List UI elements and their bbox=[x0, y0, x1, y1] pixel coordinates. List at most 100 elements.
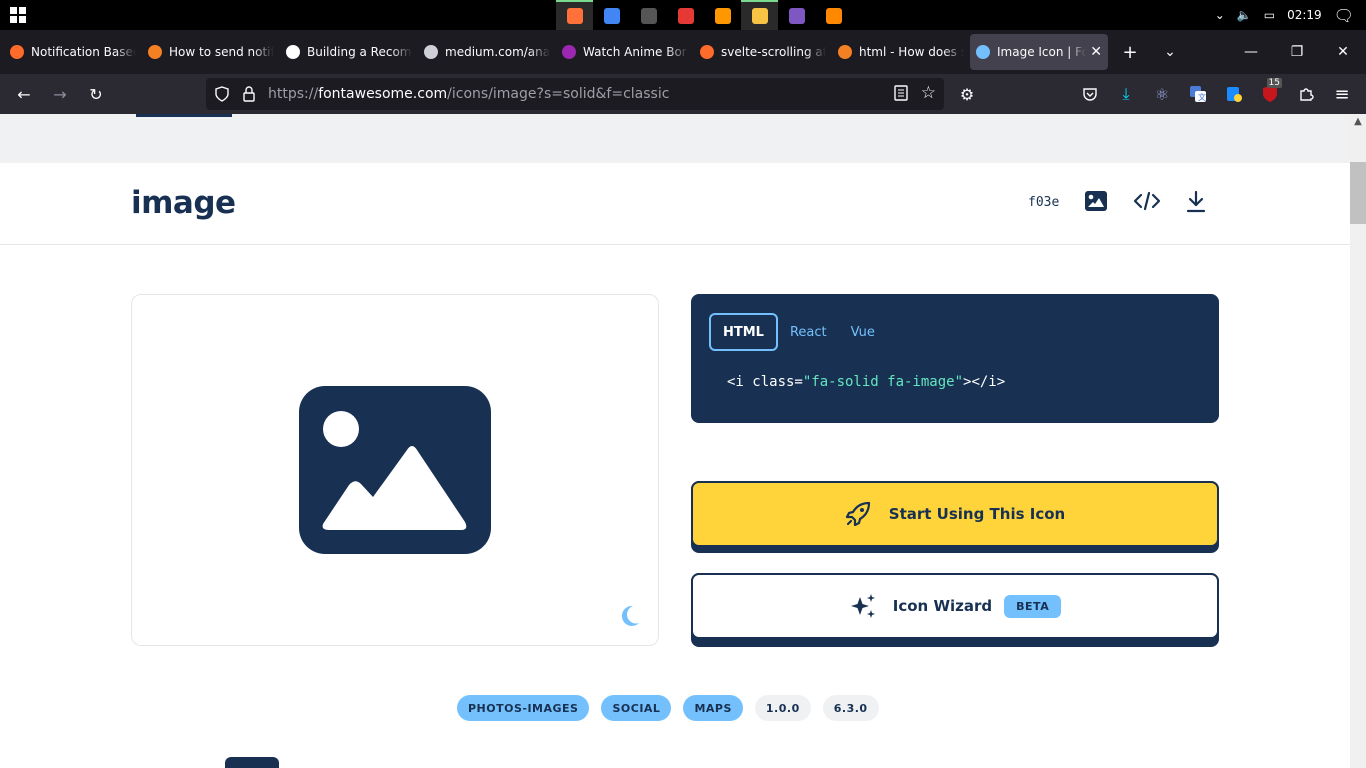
pocket-icon[interactable] bbox=[1072, 78, 1108, 110]
browser-tab[interactable]: medium.com/ana bbox=[418, 34, 556, 70]
windows-taskbar: ⌄ 🔈 ▭ 02:19 🗨 bbox=[0, 0, 1366, 30]
tag-social[interactable]: SOCIAL bbox=[601, 695, 672, 721]
browser-nav-bar: ← → ↻ https://fontawesome.com/icons/imag… bbox=[0, 74, 1366, 114]
browser-tab[interactable]: Building a Recom bbox=[280, 34, 418, 70]
window-controls: — ❐ ✕ bbox=[1228, 30, 1366, 74]
browser-tab[interactable]: Image Icon | Fo ✕ bbox=[970, 34, 1108, 70]
browser-tab[interactable]: How to send notif bbox=[142, 34, 280, 70]
network-icon[interactable]: ▭ bbox=[1264, 8, 1275, 22]
taskbar-app-explorer[interactable] bbox=[741, 0, 778, 30]
lock-icon[interactable] bbox=[242, 85, 256, 107]
system-tray: ⌄ 🔈 ▭ 02:19 🗨 bbox=[1215, 0, 1366, 30]
scroll-up-arrow-icon[interactable]: ▲ bbox=[1350, 116, 1366, 127]
taskbar-app-vlc[interactable] bbox=[815, 0, 852, 30]
react-devtools-icon[interactable]: ⚛ bbox=[1144, 78, 1180, 110]
url-bar[interactable]: https://fontawesome.com/icons/image?s=so… bbox=[206, 78, 944, 110]
tab-title: medium.com/ana bbox=[445, 45, 550, 59]
browser-tab[interactable]: Watch Anime Bor bbox=[556, 34, 694, 70]
copy-svg-code-icon[interactable] bbox=[1133, 191, 1161, 215]
notifications-icon[interactable]: 🗨 bbox=[1334, 6, 1354, 25]
chrome-icon bbox=[603, 8, 620, 24]
forward-button[interactable]: → bbox=[42, 78, 78, 110]
bottom-section-marker bbox=[225, 757, 279, 768]
unicode-copy-button[interactable]: f03e bbox=[1028, 195, 1059, 210]
icon-wizard-button[interactable]: Icon Wizard BETA bbox=[691, 573, 1219, 647]
tab-favicon-icon bbox=[700, 45, 714, 59]
rocket-icon bbox=[845, 501, 871, 527]
copy-glyph-image-icon[interactable] bbox=[1085, 191, 1109, 215]
tab-title: How to send notif bbox=[169, 45, 274, 59]
firefox-icon bbox=[566, 8, 583, 24]
extensions-puzzle-icon[interactable] bbox=[1288, 78, 1324, 110]
taskbar-app-terminal[interactable] bbox=[630, 0, 667, 30]
taskbar-app-sublime[interactable] bbox=[704, 0, 741, 30]
tab-title: Image Icon | Fo bbox=[997, 45, 1087, 59]
active-nav-underline bbox=[136, 114, 232, 117]
browser-tab[interactable]: svelte-scrolling at bbox=[694, 34, 832, 70]
tag-maps[interactable]: MAPS bbox=[683, 695, 743, 721]
sublime-icon bbox=[714, 8, 731, 24]
list-all-tabs-button[interactable]: ⌄ bbox=[1150, 44, 1190, 60]
start-using-button[interactable]: Start Using This Icon bbox=[691, 481, 1219, 553]
taskbar-app-app-purple[interactable] bbox=[778, 0, 815, 30]
tab-title: Notification Based bbox=[31, 45, 136, 59]
sparkles-icon bbox=[849, 593, 877, 619]
tab-favicon-icon bbox=[838, 45, 852, 59]
icon-preview-panel bbox=[131, 294, 659, 646]
clock[interactable]: 02:19 bbox=[1287, 8, 1322, 22]
vlc-icon bbox=[825, 8, 842, 24]
back-button[interactable]: ← bbox=[6, 78, 42, 110]
svg-text:文: 文 bbox=[1198, 92, 1206, 102]
new-tab-button[interactable]: + bbox=[1110, 42, 1150, 63]
code-tabs: HTML React Vue bbox=[709, 313, 887, 351]
code-snippet-panel: HTML React Vue <i class="fa-solid fa-image… bbox=[691, 294, 1219, 423]
url-text: https://fontawesome.com/icons/image?s=so… bbox=[268, 86, 669, 102]
taskbar-apps bbox=[556, 0, 852, 30]
settings-gear-icon[interactable]: ⚙ bbox=[949, 78, 985, 110]
url-prefix: https:// bbox=[268, 86, 319, 102]
close-tab-icon[interactable]: ✕ bbox=[1090, 44, 1102, 60]
reader-view-icon[interactable] bbox=[894, 85, 908, 105]
code-tab-vue[interactable]: Vue bbox=[839, 313, 887, 351]
translate-icon[interactable]: 文 bbox=[1180, 78, 1216, 110]
scrollbar-thumb[interactable] bbox=[1350, 162, 1366, 224]
browser-tab[interactable]: html - How does s bbox=[832, 34, 970, 70]
bookmark-star-icon[interactable]: ☆ bbox=[921, 83, 936, 103]
minimize-button[interactable]: — bbox=[1228, 30, 1274, 74]
tag-6-3-0[interactable]: 6.3.0 bbox=[822, 695, 879, 721]
downloads-icon[interactable]: ⤓ bbox=[1108, 78, 1144, 110]
wps-icon bbox=[677, 8, 694, 24]
extension-blue-icon[interactable] bbox=[1216, 78, 1252, 110]
icon-header: image f03e bbox=[0, 163, 1350, 245]
reload-button[interactable]: ↻ bbox=[78, 78, 114, 110]
close-window-button[interactable]: ✕ bbox=[1320, 30, 1366, 74]
code-suffix: ></i> bbox=[963, 374, 1006, 390]
dark-mode-moon-icon[interactable] bbox=[620, 605, 640, 631]
browser-tab[interactable]: Notification Based bbox=[4, 34, 142, 70]
shield-icon[interactable] bbox=[214, 86, 230, 106]
url-domain: fontawesome.com bbox=[318, 86, 448, 102]
code-snippet[interactable]: <i class="fa-solid fa-image"></i> bbox=[727, 374, 1005, 390]
code-value: "fa-solid fa-image" bbox=[802, 374, 964, 390]
windows-start-icon[interactable] bbox=[10, 7, 26, 27]
tag-1-0-0[interactable]: 1.0.0 bbox=[754, 695, 811, 721]
beta-badge: BETA bbox=[1004, 594, 1062, 618]
taskbar-app-chrome[interactable] bbox=[593, 0, 630, 30]
url-path: /icons/image?s=solid&f=classic bbox=[447, 86, 670, 102]
ublock-icon[interactable]: 15 bbox=[1252, 78, 1288, 110]
code-tab-react[interactable]: React bbox=[778, 313, 839, 351]
tab-favicon-icon bbox=[10, 45, 24, 59]
code-tab-html[interactable]: HTML bbox=[709, 313, 778, 351]
ublock-badge: 15 bbox=[1266, 78, 1282, 88]
volume-icon[interactable]: 🔈 bbox=[1237, 8, 1252, 22]
chevron-up-icon[interactable]: ⌄ bbox=[1215, 8, 1225, 22]
tag-photos-images[interactable]: PHOTOS-IMAGES bbox=[457, 695, 590, 721]
tab-favicon-icon bbox=[286, 45, 300, 59]
page-scrollbar[interactable]: ▲ bbox=[1350, 114, 1366, 768]
taskbar-app-firefox[interactable] bbox=[556, 0, 593, 30]
download-svg-icon[interactable] bbox=[1186, 190, 1210, 215]
app-menu-icon[interactable]: ≡ bbox=[1324, 78, 1360, 110]
taskbar-app-wps[interactable] bbox=[667, 0, 704, 30]
restore-button[interactable]: ❐ bbox=[1274, 30, 1320, 74]
toolbar-extensions: ⤓ ⚛ 文 15 ≡ bbox=[1072, 78, 1360, 110]
